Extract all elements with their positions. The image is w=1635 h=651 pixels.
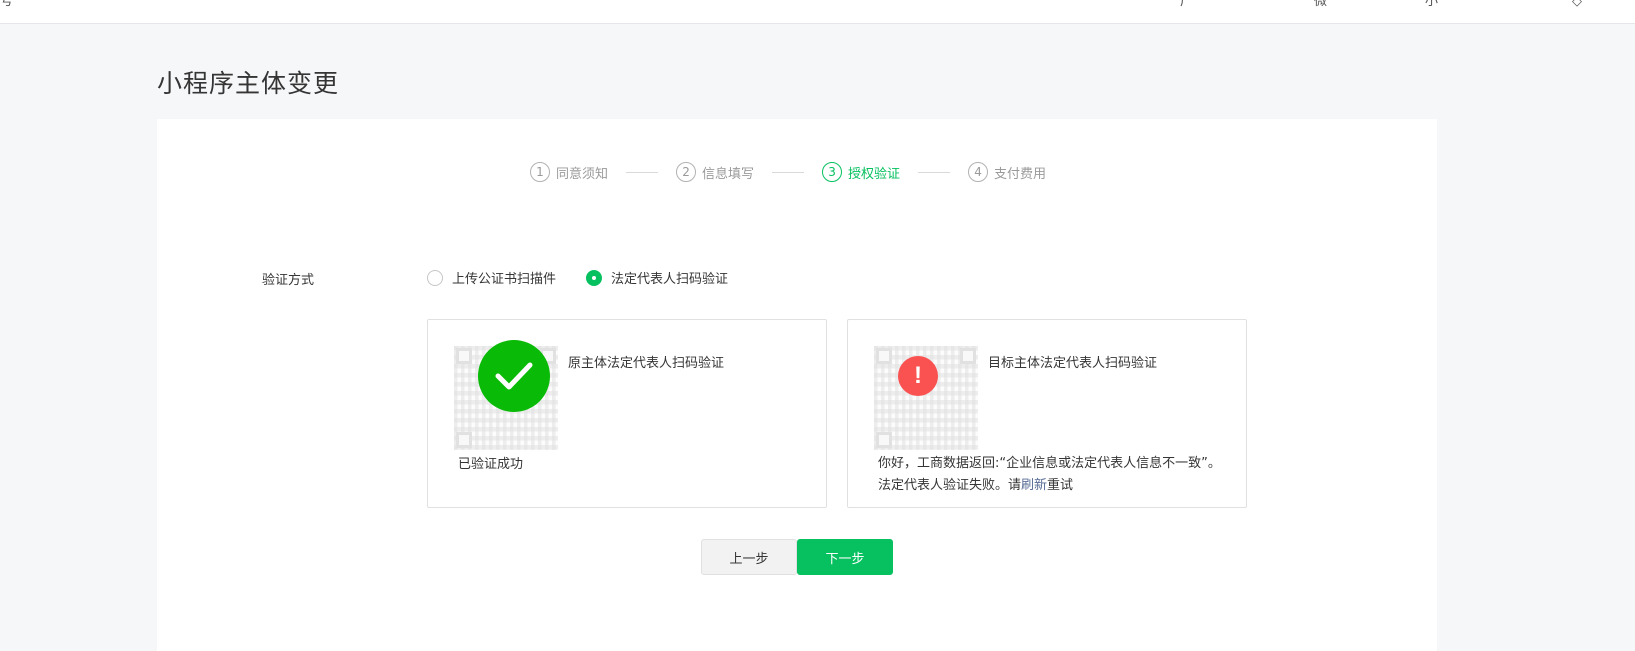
top-navbar: 号 广 微 小 ◇ [0,0,1635,24]
prev-step-button[interactable]: 上一步 [701,539,797,575]
step-number: 1 [530,162,550,182]
topbar-icon[interactable]: ◇ [1572,0,1582,10]
step-label: 授权验证 [848,166,901,182]
original-entity-verify-card: 原主体法定代表人扫码验证 已验证成功 [427,319,827,508]
topbar-fragment[interactable]: 小 [1425,0,1438,10]
step-label: 信息填写 [702,166,755,182]
check-circle-icon [478,340,550,412]
step-number: 4 [968,162,989,182]
warning-circle-icon: ! [898,356,938,396]
card-title: 原主体法定代表人扫码验证 [568,356,725,371]
verify-status: 已验证成功 [458,457,524,472]
qr-finder-pattern [876,348,892,364]
step-payment: 4 支付费用 [968,162,1046,182]
radio-label[interactable]: 上传公证书扫描件 [452,268,556,287]
card-title: 目标主体法定代表人扫码验证 [988,356,1158,371]
verify-method-label: 验证方式 [262,273,315,288]
radio-circle[interactable] [427,269,443,286]
radio-label[interactable]: 法定代表人扫码验证 [611,268,728,287]
step-label: 同意须知 [556,166,609,182]
refresh-link[interactable]: 刷新 [1021,478,1047,493]
step-info: 2 信息填写 [676,162,754,182]
radio-circle[interactable] [586,269,603,286]
step-number: 2 [676,162,697,182]
qr-finder-pattern [456,432,472,448]
step-divider [772,171,805,173]
step-authorization: 3 授权验证 [822,162,900,182]
verify-method-radios: 上传公证书扫描件 法定代表人扫码验证 [427,268,758,287]
radio-upload-notarization[interactable]: 上传公证书扫描件 [427,268,556,287]
qr-finder-pattern [456,348,472,364]
topbar-fragment[interactable]: 微 [1314,0,1327,10]
qr-finder-pattern [876,432,892,448]
radio-legal-rep-scan[interactable]: 法定代表人扫码验证 [586,268,728,287]
step-agreement: 1 同意须知 [530,162,608,182]
progress-steps: 1 同意须知 2 信息填写 3 授权验证 4 支付费用 [530,161,1046,183]
main-panel: 1 同意须知 2 信息填写 3 授权验证 4 支付费用 验证方式 上传公证书扫描… [157,119,1437,651]
checkmark-icon [495,362,533,390]
page-title: 小程序主体变更 [157,69,340,98]
step-number: 3 [822,162,843,182]
step-divider [626,171,659,173]
verify-error-message: 你好，工商数据返回:“企业信息或法定代表人信息不一致”。法定代表人验证失败。请刷… [878,453,1228,497]
topbar-fragment: 号 [0,0,14,9]
error-text-suffix: 重试 [1047,478,1074,493]
next-step-button[interactable]: 下一步 [797,539,893,575]
step-label: 支付费用 [994,166,1047,182]
qr-finder-pattern [960,348,976,364]
step-divider [918,171,951,173]
topbar-fragment[interactable]: 广 [1180,0,1193,10]
target-entity-verify-card: ! 目标主体法定代表人扫码验证 你好，工商数据返回:“企业信息或法定代表人信息不… [847,319,1247,508]
